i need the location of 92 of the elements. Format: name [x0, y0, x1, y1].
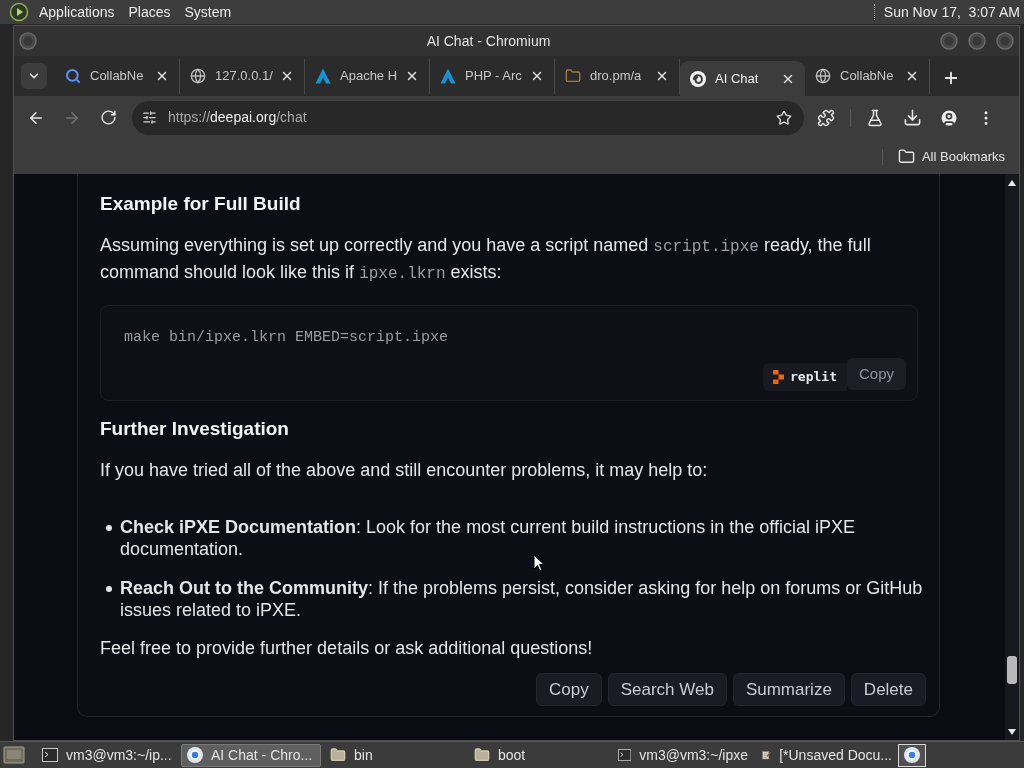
- profile-icon[interactable]: [939, 107, 959, 128]
- action-button[interactable]: Summarize: [732, 673, 845, 706]
- action-button[interactable]: Delete: [850, 673, 926, 706]
- list-item-text: Reach Out to the Community: If the problems persist, consider asking for help on forums or GitHub issues related to iPXE.: [120, 577, 924, 621]
- window-control-icon[interactable]: [940, 32, 958, 50]
- taskbar-item[interactable]: boot: [469, 743, 609, 767]
- close-icon[interactable]: [530, 69, 544, 83]
- terminal-icon: [618, 748, 632, 762]
- peak-logo-icon: [440, 68, 456, 84]
- globe-icon: [190, 68, 206, 84]
- tab-search-button[interactable]: [21, 63, 47, 89]
- paragraph-text: Feel free to provide further details or ask additional questions!: [100, 637, 594, 660]
- scroll-up-icon[interactable]: [1007, 179, 1017, 187]
- taskbar-label: boot: [498, 745, 526, 765]
- bookmark-label: All Bookmarks: [921, 147, 1005, 166]
- panel-logo-icon: [9, 2, 29, 22]
- folder-icon: [330, 747, 346, 763]
- browser-tab[interactable]: 127.0.0.1/: [180, 58, 305, 94]
- taskbar-label: AI Chat - Chro...: [211, 745, 313, 765]
- bullet-icon: [106, 586, 112, 592]
- tab-title: PHP - Arc: [465, 67, 523, 86]
- desktop-icon[interactable]: [3, 745, 25, 765]
- taskbar-item[interactable]: bin: [325, 743, 465, 767]
- window-control-icon[interactable]: [968, 32, 986, 50]
- browser-tab[interactable]: Apache H: [305, 58, 430, 94]
- tab-title: Apache H: [340, 67, 399, 86]
- section-heading: Further Investigation: [100, 417, 289, 441]
- list-item-text: Check iPXE Documentation: Look for the most current build instructions in the official iPXE documentation.: [120, 516, 856, 560]
- taskbar-item[interactable]: vm3@vm3:~/ipxe: [613, 743, 753, 767]
- swirl-logo-icon: [690, 70, 706, 87]
- tab-title: CollabNe: [90, 67, 145, 86]
- close-icon[interactable]: [405, 69, 419, 83]
- code-text: make bin/ipxe.lkrn EMBED=script.ipxe: [123, 328, 449, 348]
- close-icon[interactable]: [905, 69, 919, 83]
- browser-tab[interactable]: AI Chat: [680, 61, 805, 96]
- tab-title: 127.0.0.1/: [215, 67, 274, 86]
- mouse-pointer-icon: [533, 554, 545, 572]
- reload-icon: [99, 109, 117, 126]
- site-settings-icon[interactable]: [142, 110, 157, 125]
- section-heading: Example for Full Build: [100, 192, 301, 216]
- globe-icon: [815, 68, 831, 84]
- tray-browser-button[interactable]: [898, 743, 926, 767]
- bullet-icon: [106, 525, 112, 531]
- scrollbar-thumb[interactable]: [1007, 656, 1017, 684]
- folder-icon: [474, 747, 490, 763]
- taskbar-label: [*Unsaved Docu...: [779, 745, 892, 765]
- replit-button[interactable]: replit: [763, 363, 847, 391]
- new-tab-icon[interactable]: [942, 69, 960, 87]
- taskbar-label: vm3@vm3:~/ip...: [66, 745, 172, 765]
- scroll-down-icon[interactable]: [1007, 728, 1017, 736]
- extensions-icon[interactable]: [817, 108, 835, 127]
- address-bar[interactable]: https://deepai.org/chat: [132, 100, 804, 135]
- window-title: AI Chat - Chromium: [425, 31, 552, 51]
- tab-title: dro.pm/a: [590, 67, 643, 86]
- taskbar-label: vm3@vm3:~/ipxe: [639, 745, 748, 765]
- paragraph-text: Assuming everything is set up correctly and you have a script named script.ipxe ready, the full command should look like this if ipxe.lkrn exists:: [100, 234, 872, 285]
- folder-icon: [565, 68, 581, 84]
- taskbar-item[interactable]: AI Chat - Chro...: [181, 743, 321, 767]
- browser-tab[interactable]: CollabNe: [55, 58, 180, 94]
- close-icon[interactable]: [280, 69, 294, 83]
- folder-icon: [897, 148, 915, 165]
- paragraph-text: If you have tried all of the above and still encounter problems, it may help to:: [100, 459, 709, 482]
- close-icon[interactable]: [155, 69, 169, 83]
- terminal-icon: [42, 748, 58, 762]
- download-icon[interactable]: [903, 108, 922, 127]
- action-button[interactable]: Search Web: [607, 673, 727, 706]
- browser-circle-icon: [904, 747, 920, 763]
- taskbar-label: bin: [354, 745, 373, 765]
- flask-icon[interactable]: [866, 108, 884, 127]
- window-control-icon[interactable]: [996, 32, 1014, 50]
- browser-tab[interactable]: CollabNe: [805, 58, 930, 94]
- bookmark-star-icon[interactable]: [776, 109, 792, 126]
- tab-title: CollabNe: [840, 67, 895, 86]
- action-button[interactable]: Copy: [535, 673, 602, 706]
- peak-logo-icon: [315, 68, 331, 84]
- browser-circle-icon: [187, 747, 203, 763]
- panel-clock[interactable]: Sun Nov 17, 3:07 AM: [883, 1, 1020, 23]
- panel-menu[interactable]: Applications: [34, 1, 120, 23]
- taskbar-item[interactable]: [*Unsaved Docu...: [757, 743, 897, 767]
- close-icon[interactable]: [655, 69, 669, 83]
- taskbar-item[interactable]: vm3@vm3:~/ip...: [37, 743, 177, 767]
- url-text: https://deepai.org/chat: [168, 108, 308, 127]
- window-control-icon[interactable]: [19, 32, 37, 50]
- search-icon: [65, 68, 81, 84]
- browser-tab[interactable]: PHP - Arc: [430, 58, 555, 94]
- scrollbar-track[interactable]: [1005, 174, 1019, 740]
- tab-title: AI Chat: [715, 69, 760, 88]
- blocks-logo-icon: [773, 370, 784, 384]
- bookmark-folder[interactable]: All Bookmarks: [897, 146, 1005, 167]
- panel-menu[interactable]: System: [179, 1, 237, 23]
- copy-button[interactable]: Copy: [846, 358, 906, 390]
- panel-menu[interactable]: Places: [123, 1, 176, 23]
